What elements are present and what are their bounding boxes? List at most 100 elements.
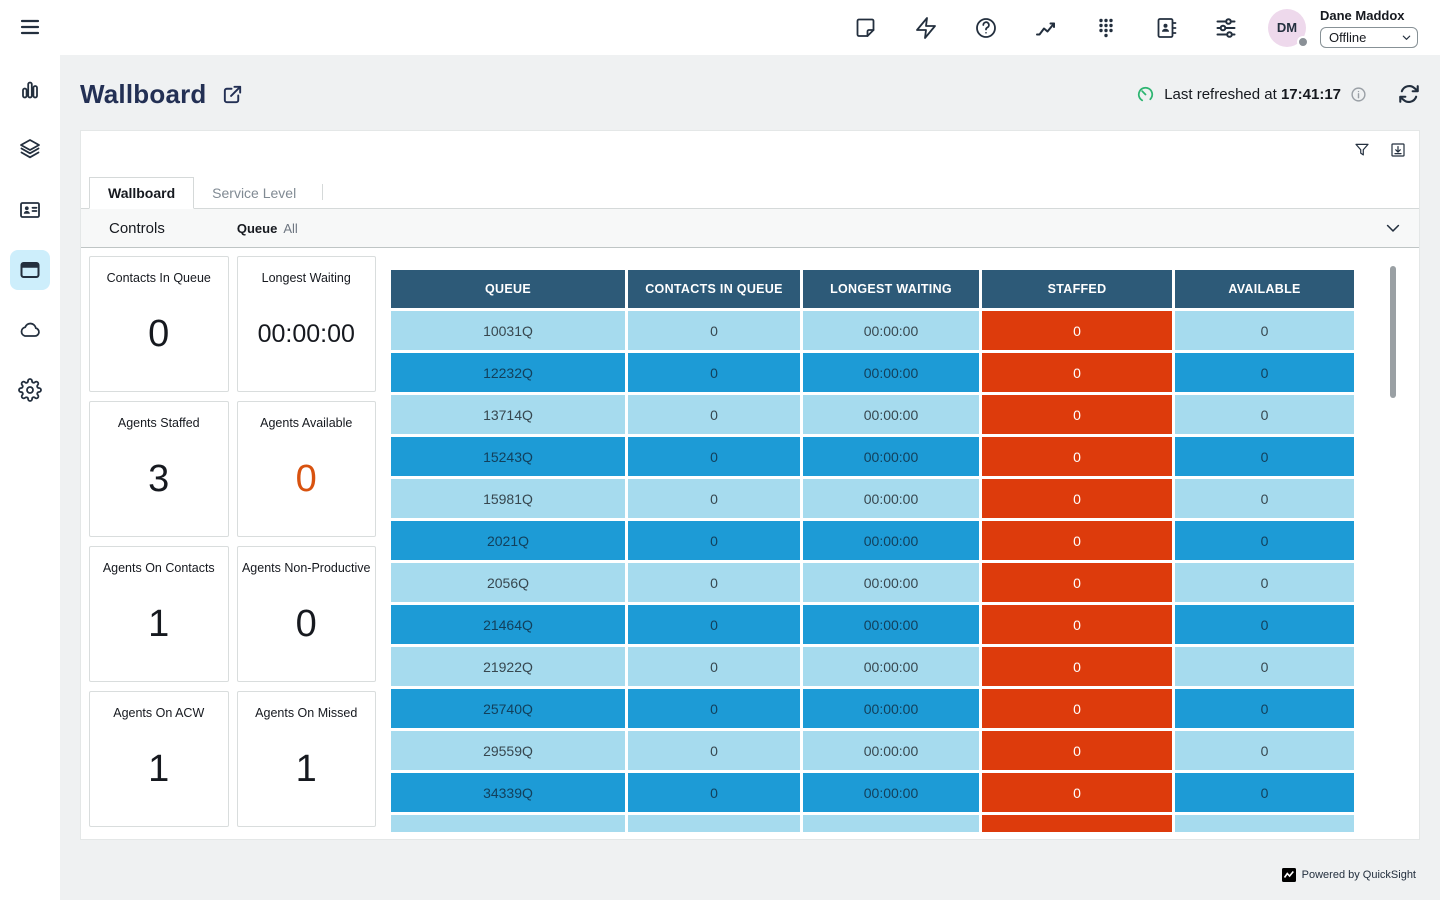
longest-waiting-cell: 00:00:00 (803, 311, 979, 350)
queue-filter-value[interactable]: All (283, 221, 297, 236)
kpi-card-longest-waiting: Longest Waiting00:00:00 (237, 256, 377, 392)
timer-icon (1136, 85, 1155, 104)
staffed-cell: 0 (982, 605, 1172, 644)
kpi-label: Agents Available (256, 416, 356, 430)
preferences-button[interactable] (1214, 16, 1238, 40)
longest-waiting-cell: 00:00:00 (803, 773, 979, 812)
external-link-icon (221, 83, 244, 106)
menu-button[interactable] (10, 7, 50, 47)
tab-service-level[interactable]: Service Level (194, 177, 314, 209)
sidebar-item-layers[interactable] (10, 129, 50, 169)
available-cell: 0 (1175, 731, 1354, 770)
notes-button[interactable] (854, 16, 878, 40)
controls-label: Controls (109, 220, 165, 237)
table-scrollbar-thumb[interactable] (1390, 266, 1396, 398)
open-external-button[interactable] (221, 83, 244, 106)
info-icon (1350, 86, 1367, 103)
contacts-in-queue-cell: 0 (628, 773, 800, 812)
kpi-card-agents-on-contacts: Agents On Contacts1 (89, 546, 229, 682)
main-area: Wallboard Last refreshed at 17:41:17 (60, 55, 1440, 900)
kpi-label: Agents Non-Productive (238, 561, 375, 575)
sidebar-item-analytics[interactable] (10, 70, 50, 110)
longest-waiting-cell: 00:00:00 (803, 731, 979, 770)
refresh-info-button[interactable] (1350, 86, 1367, 103)
column-header-available: AVAILABLE (1175, 270, 1354, 308)
user-avatar[interactable]: DM (1268, 9, 1306, 47)
longest-waiting-cell (803, 815, 979, 832)
export-icon (1389, 141, 1407, 159)
last-refreshed-text: Last refreshed at 17:41:17 (1164, 86, 1341, 103)
contacts-in-queue-cell: 0 (628, 689, 800, 728)
kpi-card-agents-on-acw: Agents On ACW1 (89, 691, 229, 827)
kpi-value: 3 (148, 430, 169, 536)
staffed-cell: 0 (982, 773, 1172, 812)
sidebar-item-contacts[interactable] (10, 190, 50, 230)
menu-icon (18, 15, 42, 39)
help-button[interactable] (974, 16, 998, 40)
longest-waiting-cell: 00:00:00 (803, 563, 979, 602)
kpi-value: 0 (296, 575, 317, 681)
kpi-value: 0 (148, 285, 169, 391)
dialpad-button[interactable] (1094, 16, 1118, 40)
sidebar-item-wallboard[interactable] (10, 250, 50, 290)
status-select[interactable]: Offline (1320, 27, 1418, 48)
tab-wallboard[interactable]: Wallboard (89, 177, 194, 209)
kpi-label: Agents On Missed (251, 706, 361, 720)
topbar: DM Dane Maddox Offline (60, 0, 1440, 55)
column-header-queue: QUEUE (391, 270, 625, 308)
sidebar-item-settings[interactable] (10, 370, 50, 410)
kpi-value: 1 (148, 575, 169, 681)
user-name: Dane Maddox (1320, 8, 1418, 23)
available-cell: 0 (1175, 437, 1354, 476)
analytics-icon (18, 78, 42, 102)
column-header-longest-waiting: LONGEST WAITING (803, 270, 979, 308)
longest-waiting-cell: 00:00:00 (803, 353, 979, 392)
available-cell: 0 (1175, 479, 1354, 518)
kpi-card-agents-non-productive: Agents Non-Productive0 (237, 546, 377, 682)
available-cell: 0 (1175, 605, 1354, 644)
sidebar-item-cloud[interactable] (10, 310, 50, 350)
contacts-in-queue-cell: 0 (628, 437, 800, 476)
queue-cell: 21922Q (391, 647, 625, 686)
directory-button[interactable] (1154, 16, 1178, 40)
longest-waiting-cell: 00:00:00 (803, 479, 979, 518)
contacts-in-queue-cell: 0 (628, 311, 800, 350)
kpi-card-contacts-in-queue: Contacts In Queue0 (89, 256, 229, 392)
refresh-button[interactable] (1398, 83, 1420, 105)
queue-cell: 15981Q (391, 479, 625, 518)
dashboard-content: Contacts In Queue0Longest Waiting00:00:0… (81, 248, 1419, 839)
kpi-grid: Contacts In Queue0Longest Waiting00:00:0… (89, 256, 376, 827)
kpi-value: 1 (296, 720, 317, 826)
tab-separator (322, 184, 323, 200)
kpi-value: 1 (148, 720, 169, 826)
queue-cell: 29559Q (391, 731, 625, 770)
queue-cell (391, 815, 625, 832)
staffed-cell: 0 (982, 479, 1172, 518)
staffed-cell: 0 (982, 353, 1172, 392)
available-cell: 0 (1175, 311, 1354, 350)
filter-icon (1353, 141, 1371, 159)
last-refreshed-time: 17:41:17 (1281, 86, 1341, 103)
contacts-in-queue-cell: 0 (628, 605, 800, 644)
gear-icon (18, 378, 42, 402)
queue-cell: 12232Q (391, 353, 625, 392)
kpi-card-agents-staffed: Agents Staffed3 (89, 401, 229, 537)
export-button[interactable] (1389, 141, 1407, 159)
contacts-in-queue-cell: 0 (628, 353, 800, 392)
longest-waiting-cell: 00:00:00 (803, 605, 979, 644)
contacts-in-queue-cell: 0 (628, 731, 800, 770)
quick-actions-button[interactable] (914, 16, 938, 40)
available-cell (1175, 815, 1354, 832)
note-icon (854, 16, 878, 40)
queue-cell: 2021Q (391, 521, 625, 560)
kpi-label: Agents Staffed (114, 416, 204, 430)
staffed-cell: 0 (982, 563, 1172, 602)
controls-collapse-button[interactable] (1383, 218, 1403, 238)
controls-bar: Controls Queue All (81, 209, 1419, 248)
powered-by-link[interactable]: Powered by QuickSight (1282, 868, 1416, 882)
metrics-button[interactable] (1034, 16, 1058, 40)
contact-card-icon (18, 198, 42, 222)
column-header-staffed: STAFFED (982, 270, 1172, 308)
filter-button[interactable] (1353, 141, 1371, 159)
staffed-cell: 0 (982, 437, 1172, 476)
